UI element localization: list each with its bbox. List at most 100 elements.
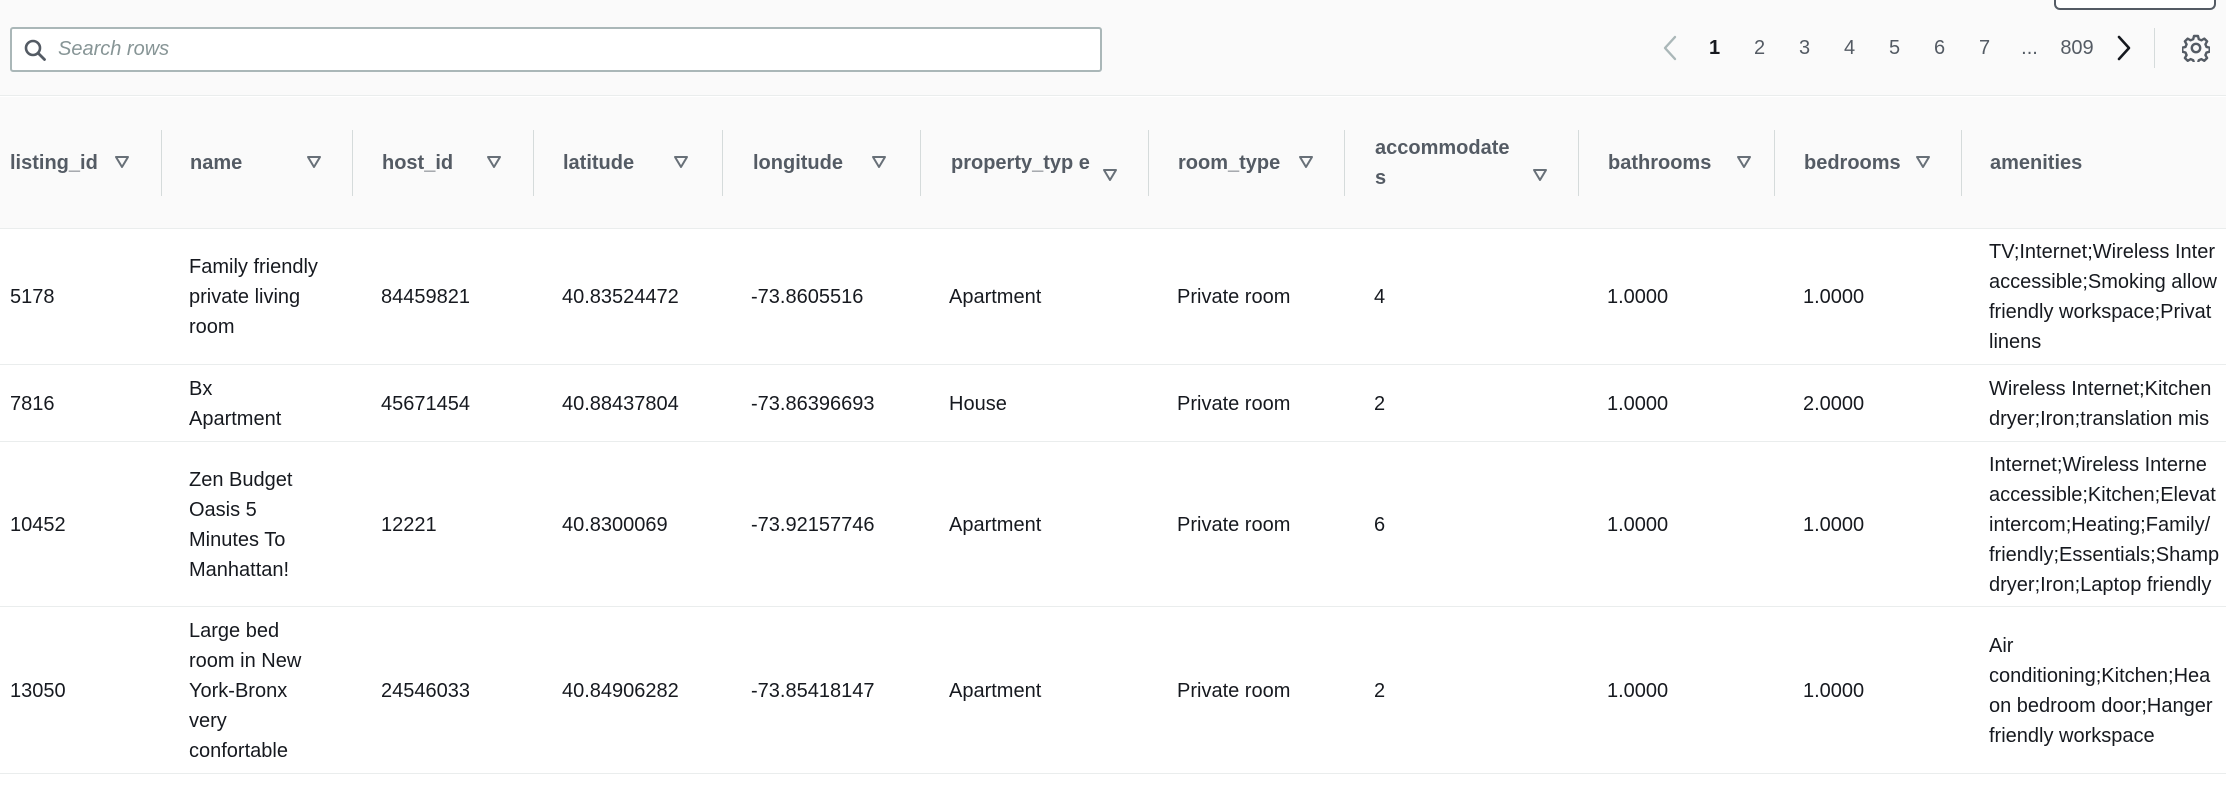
top-action-button[interactable] (2054, 0, 2216, 10)
cell-host-id: 84459821 (381, 286, 470, 308)
column-header-label: host_id (382, 152, 454, 174)
amenities-line: dryer;Iron;translation mis (1989, 407, 2210, 430)
column-header-label: bathrooms (1608, 152, 1712, 174)
table-toolbar: 1 2 3 4 5 6 7 ... 809 (0, 0, 2226, 96)
cell-listing-id: 5178 (10, 286, 55, 308)
search-input[interactable] (58, 31, 1078, 68)
cell-property-type: Apartment (949, 679, 1042, 702)
page-button[interactable]: 7 (1962, 37, 2007, 60)
sort-triangle-icon[interactable] (1298, 155, 1314, 169)
amenities-line: Internet;Wireless Interne (1989, 453, 2207, 476)
column-header-bathrooms[interactable]: bathrooms (1608, 97, 1768, 229)
cell-name: Family friendly private living room (189, 256, 318, 338)
column-header-name[interactable]: name (190, 97, 350, 229)
page-button[interactable]: 6 (1917, 37, 1962, 60)
cell-host-id: 45671454 (381, 392, 470, 415)
cell-host-id: 12221 (381, 513, 437, 536)
column-header-label: room_type (1178, 152, 1281, 174)
amenities-line: Wireless Internet;Kitchen (1989, 377, 2212, 400)
column-header-amenities[interactable]: amenities (1990, 97, 2220, 229)
page-button[interactable]: 2 (1737, 37, 1782, 60)
cell-name: Zen Budget Oasis 5 Minutes To Manhattan! (189, 468, 293, 581)
cell-bathrooms: 1.0000 (1607, 392, 1669, 415)
column-header-host-id[interactable]: host_id (382, 97, 532, 229)
amenities-line: linens (1989, 331, 2042, 353)
table-row[interactable]: 7816 Bx Apartment 45671454 40.88437804 -… (0, 366, 2226, 442)
cell-property-type: House (949, 392, 1007, 415)
cell-listing-id: 13050 (10, 679, 66, 702)
amenities-line: Air (1989, 634, 2014, 657)
sort-triangle-icon[interactable] (114, 155, 130, 169)
cell-longitude: -73.8605516 (751, 286, 864, 308)
table-row[interactable]: 13050 Large bed room in New York-Bronx v… (0, 608, 2226, 774)
cell-bedrooms: 2.0000 (1803, 392, 1865, 415)
cell-amenities: Wireless Internet;Kitchen dryer;Iron;tra… (1989, 366, 2226, 441)
column-header-label: amenities (1990, 152, 2083, 174)
sort-triangle-icon[interactable] (1915, 155, 1931, 169)
cell-bathrooms: 1.0000 (1607, 513, 1669, 536)
cell-property-type: Apartment (949, 513, 1042, 536)
sort-triangle-icon[interactable] (1102, 168, 1118, 182)
column-header-room-type[interactable]: room_type (1178, 97, 1318, 229)
page-button[interactable]: 5 (1872, 37, 1917, 60)
previous-page-icon[interactable] (1648, 26, 1692, 70)
column-divider (161, 130, 162, 196)
cell-accommodates: 6 (1374, 513, 1386, 536)
table-row[interactable]: 10452 Zen Budget Oasis 5 Minutes To Manh… (0, 443, 2226, 607)
column-header-accommodates[interactable]: accommodate s (1375, 97, 1555, 229)
table-row[interactable]: 5178 Family friendly private living room… (0, 230, 2226, 365)
cell-host-id: 24546033 (381, 679, 470, 702)
amenities-line: on bedroom door;Hanger (1989, 694, 2213, 717)
settings-gear-icon[interactable] (2176, 30, 2216, 66)
search-box[interactable] (10, 27, 1102, 72)
sort-triangle-icon[interactable] (871, 155, 887, 169)
column-header-label: accommodate s (1375, 137, 1510, 189)
amenities-line: friendly workspace (1989, 724, 2155, 747)
page-button[interactable]: 1 (1692, 37, 1737, 60)
amenities-line: accessible;Kitchen;Elevat (1989, 483, 2216, 506)
column-header-property-type[interactable]: property_typ e (951, 97, 1119, 229)
cell-longitude: -73.85418147 (751, 679, 875, 702)
cell-longitude: -73.86396693 (751, 392, 875, 415)
cell-accommodates: 4 (1374, 286, 1386, 308)
cell-bedrooms: 1.0000 (1803, 286, 1865, 308)
column-header-label: latitude (563, 152, 635, 174)
pagination: 1 2 3 4 5 6 7 ... 809 (1648, 26, 2146, 70)
column-divider (352, 130, 353, 196)
cell-bathrooms: 1.0000 (1607, 286, 1669, 308)
cell-accommodates: 2 (1374, 392, 1386, 415)
sort-triangle-icon[interactable] (673, 155, 689, 169)
cell-room-type: Private room (1177, 286, 1291, 308)
column-header-bedrooms[interactable]: bedrooms (1804, 97, 1964, 229)
cell-listing-id: 10452 (10, 513, 66, 536)
next-page-icon[interactable] (2102, 26, 2146, 70)
cell-latitude: 40.88437804 (562, 392, 679, 415)
sort-triangle-icon[interactable] (1532, 168, 1548, 182)
amenities-line: TV;Internet;Wireless Inter (1989, 241, 2215, 263)
column-header-longitude[interactable]: longitude (753, 97, 913, 229)
sort-triangle-icon[interactable] (306, 155, 322, 169)
cell-listing-id: 7816 (10, 392, 55, 415)
amenities-line: friendly;Essentials;Shamp (1989, 543, 2220, 566)
cell-accommodates: 2 (1374, 679, 1386, 702)
cell-latitude: 40.83524472 (562, 286, 679, 308)
column-header-latitude[interactable]: latitude (563, 97, 723, 229)
cell-name: Large bed room in New York-Bronx very co… (189, 619, 302, 762)
sort-triangle-icon[interactable] (486, 155, 502, 169)
amenities-line: dryer;Iron;Laptop friendly (1989, 573, 2212, 596)
column-divider (1344, 130, 1345, 196)
page-button[interactable]: 4 (1827, 37, 1872, 60)
page-button[interactable]: 3 (1782, 37, 1827, 60)
cell-room-type: Private room (1177, 392, 1291, 415)
column-divider (722, 130, 723, 196)
cell-latitude: 40.8300069 (562, 513, 668, 536)
column-divider (1774, 130, 1775, 196)
column-header-listing-id[interactable]: listing_id (10, 97, 160, 229)
column-divider (533, 130, 534, 196)
column-divider (920, 130, 921, 196)
sort-triangle-icon[interactable] (1736, 155, 1752, 169)
column-header-label: property_typ e (951, 152, 1090, 174)
cell-bedrooms: 1.0000 (1803, 513, 1865, 536)
cell-room-type: Private room (1177, 679, 1291, 702)
page-button[interactable]: 809 (2052, 37, 2102, 60)
